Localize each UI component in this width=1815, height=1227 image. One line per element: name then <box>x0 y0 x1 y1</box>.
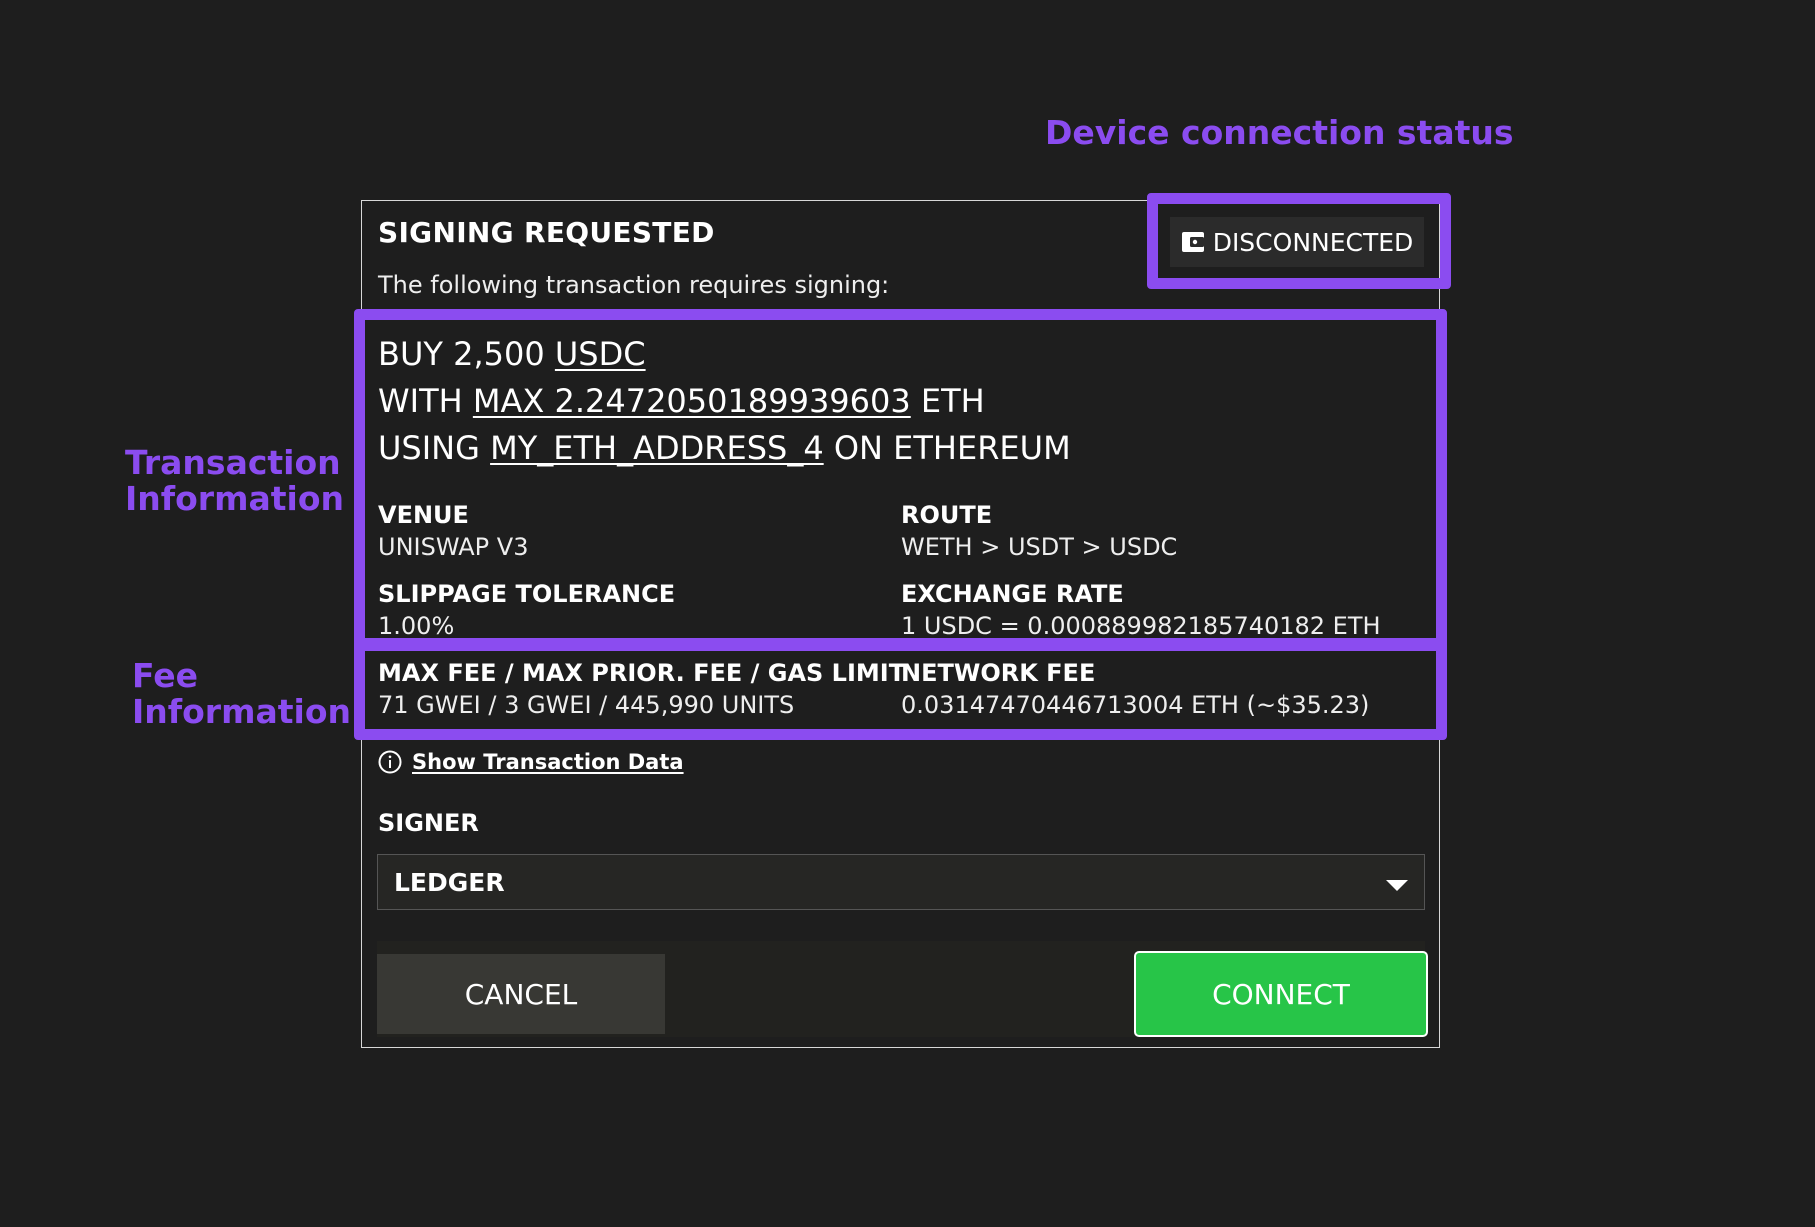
exchange-rate-value: 1 USDC = 0.000889982185740182 ETH <box>901 612 1381 640</box>
annotation-transaction-line1: Transaction <box>125 443 341 482</box>
dialog-title: SIGNING REQUESTED <box>378 216 715 249</box>
network-fee-label: NETWORK FEE <box>901 659 1096 687</box>
gas-value: 71 GWEI / 3 GWEI / 445,990 UNITS <box>378 691 795 719</box>
route-value: WETH > USDT > USDC <box>901 533 1178 561</box>
wallet-icon <box>1181 232 1204 252</box>
route-label: ROUTE <box>901 501 993 529</box>
signer-label: SIGNER <box>378 809 479 837</box>
annotation-device-status: Device connection status <box>1045 113 1514 152</box>
gas-label: MAX FEE / MAX PRIOR. FEE / GAS LIMIT <box>378 659 906 687</box>
signing-dialog: SIGNING REQUESTED The following transact… <box>361 200 1440 1048</box>
with-prefix: WITH <box>378 382 473 420</box>
max-amount-link[interactable]: MAX 2.2472050189939603 <box>473 382 911 420</box>
connect-button[interactable]: CONNECT <box>1134 951 1428 1037</box>
cancel-button[interactable]: CANCEL <box>377 954 665 1034</box>
device-status-button[interactable]: DISCONNECTED <box>1170 217 1424 267</box>
network-fee-value: 0.03147470446713004 ETH (~$35.23) <box>901 691 1370 719</box>
annotation-transaction-information: Transaction Information <box>125 443 344 518</box>
address-link[interactable]: MY_ETH_ADDRESS_4 <box>490 429 824 467</box>
transaction-line-buy: BUY 2,500 USDC <box>378 331 1071 378</box>
route-detail: ROUTE WETH > USDT > USDC <box>901 499 1177 563</box>
show-transaction-data-link[interactable]: Show Transaction Data <box>378 750 684 774</box>
using-suffix: ON ETHEREUM <box>823 429 1071 467</box>
venue-value: UNISWAP V3 <box>378 533 529 561</box>
chevron-down-icon <box>1386 880 1408 891</box>
network-fee-detail: NETWORK FEE 0.03147470446713004 ETH (~$3… <box>901 657 1369 721</box>
transaction-summary: BUY 2,500 USDC WITH MAX 2.24720501899396… <box>378 331 1071 472</box>
annotation-fee-line2: Information <box>132 692 351 731</box>
annotation-fee-information: Fee Information <box>132 656 351 731</box>
info-icon <box>378 750 402 774</box>
buy-amount: BUY 2,500 <box>378 335 555 373</box>
signer-select[interactable]: LEDGER <box>377 854 1425 910</box>
venue-label: VENUE <box>378 501 469 529</box>
signer-selected-value: LEDGER <box>394 867 505 897</box>
transaction-line-using: USING MY_ETH_ADDRESS_4 ON ETHEREUM <box>378 425 1071 472</box>
annotation-transaction-line2: Information <box>125 479 344 518</box>
buy-token-link[interactable]: USDC <box>555 335 646 373</box>
slippage-label: SLIPPAGE TOLERANCE <box>378 580 676 608</box>
transaction-line-with: WITH MAX 2.2472050189939603 ETH <box>378 378 1071 425</box>
device-status-label: DISCONNECTED <box>1212 227 1414 257</box>
exchange-rate-label: EXCHANGE RATE <box>901 580 1124 608</box>
slippage-value: 1.00% <box>378 612 455 640</box>
venue-detail: VENUE UNISWAP V3 <box>378 499 528 563</box>
exchange-rate-detail: EXCHANGE RATE 1 USDC = 0.000889982185740… <box>901 578 1381 642</box>
dialog-subtitle: The following transaction requires signi… <box>378 271 890 299</box>
with-suffix: ETH <box>910 382 985 420</box>
gas-detail: MAX FEE / MAX PRIOR. FEE / GAS LIMIT 71 … <box>378 657 905 721</box>
using-prefix: USING <box>378 429 491 467</box>
dialog-footer: CANCEL CONNECT <box>377 941 1428 1037</box>
annotation-fee-line1: Fee <box>132 656 198 695</box>
show-transaction-data-label: Show Transaction Data <box>412 750 684 774</box>
slippage-detail: SLIPPAGE TOLERANCE 1.00% <box>378 578 675 642</box>
